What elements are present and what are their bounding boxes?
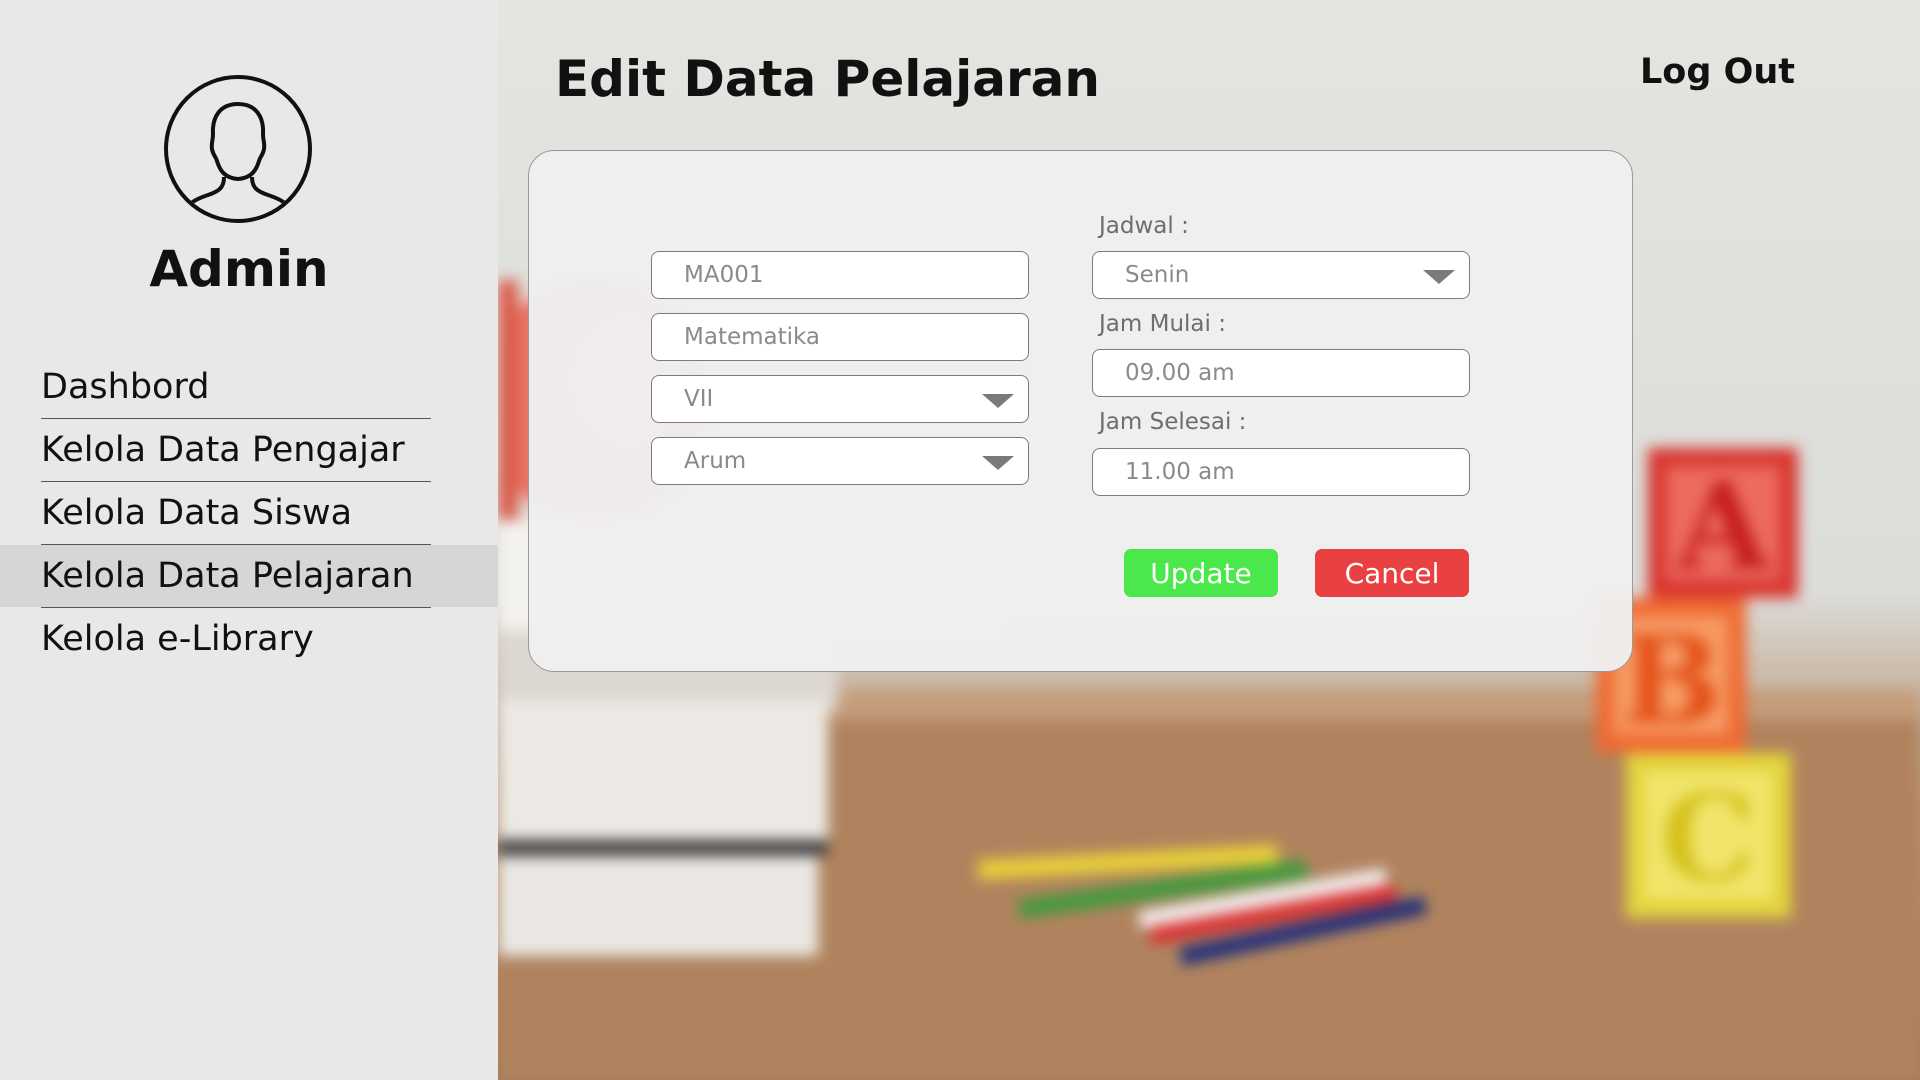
pengajar-select[interactable]: Arum [651, 437, 1029, 485]
sidebar-nav: Dashbord Kelola Data Pengajar Kelola Dat… [0, 356, 498, 670]
jam-mulai-input[interactable] [1092, 349, 1470, 397]
pengajar-selected-value: Arum [684, 448, 747, 474]
user-avatar-icon [164, 75, 312, 223]
user-name: Admin [149, 240, 329, 298]
cancel-button[interactable]: Cancel [1315, 549, 1469, 597]
nama-pelajaran-input[interactable] [651, 313, 1029, 361]
svg-text:A: A [1675, 456, 1771, 597]
svg-text:B: B [1620, 610, 1721, 751]
sidebar: Admin Dashbord Kelola Data Pengajar Kelo… [0, 0, 498, 1080]
sidebar-item-kelola-e-library[interactable]: Kelola e-Library [0, 608, 498, 670]
jadwal-select[interactable]: Senin [1092, 251, 1470, 299]
kelas-selected-value: VII [684, 386, 714, 412]
kode-pelajaran-input[interactable] [651, 251, 1029, 299]
page-title: Edit Data Pelajaran [555, 50, 1100, 108]
sidebar-item-kelola-data-siswa[interactable]: Kelola Data Siswa [0, 482, 498, 544]
sidebar-item-dashboard[interactable]: Dashbord [0, 356, 498, 418]
svg-text:C: C [1660, 768, 1756, 909]
jam-selesai-input[interactable] [1092, 448, 1470, 496]
chevron-down-icon [982, 394, 1014, 408]
kelas-select[interactable]: VII [651, 375, 1029, 423]
sidebar-item-kelola-data-pelajaran[interactable]: Kelola Data Pelajaran [0, 545, 498, 607]
update-button[interactable]: Update [1124, 549, 1278, 597]
edit-form-card: VII Arum Jadwal : Senin Jam Mulai : Jam … [528, 150, 1633, 672]
jam-selesai-label: Jam Selesai : [1099, 409, 1247, 435]
jadwal-selected-value: Senin [1125, 262, 1190, 288]
sidebar-item-kelola-data-pengajar[interactable]: Kelola Data Pengajar [0, 419, 498, 481]
jam-mulai-label: Jam Mulai : [1099, 311, 1226, 337]
chevron-down-icon [1423, 270, 1455, 284]
logout-link[interactable]: Log Out [1640, 52, 1795, 92]
chevron-down-icon [982, 456, 1014, 470]
jadwal-label: Jadwal : [1099, 213, 1189, 239]
